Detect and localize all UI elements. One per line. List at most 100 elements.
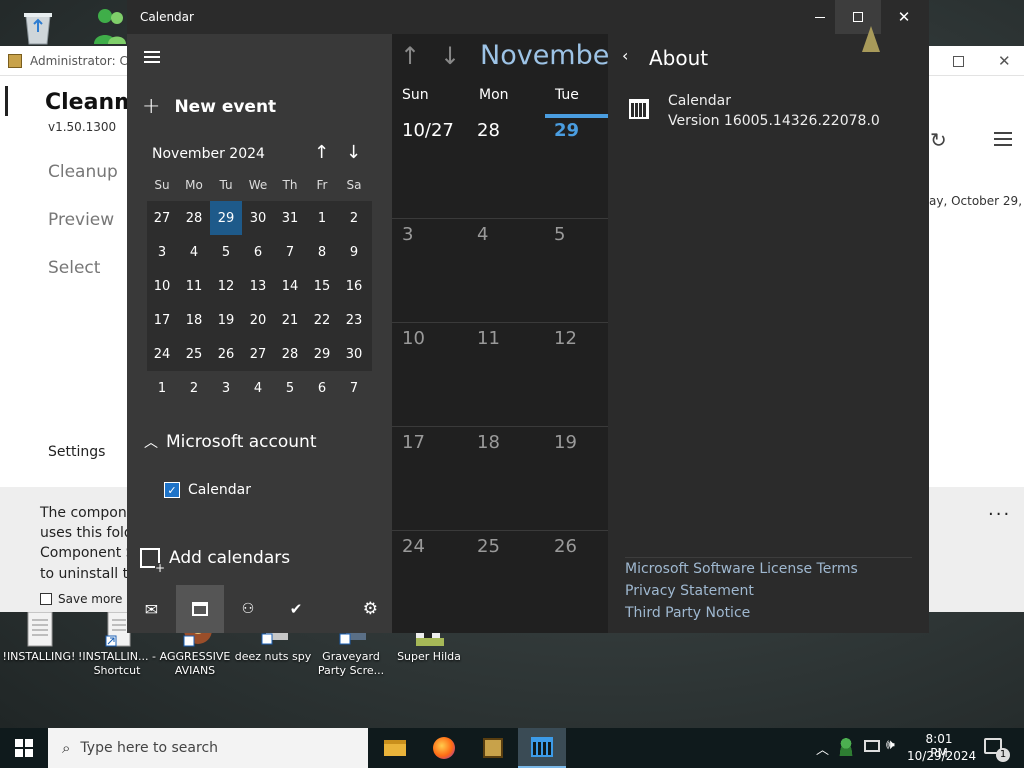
- cleanup-nav-preview[interactable]: Preview: [48, 210, 114, 230]
- mini-day-cell[interactable]: 16: [338, 269, 370, 303]
- new-event-button[interactable]: + New event: [142, 94, 276, 119]
- mini-day-cell[interactable]: 2: [178, 371, 210, 405]
- mini-day-cell[interactable]: 9: [338, 235, 370, 269]
- settings-button[interactable]: ⚙: [320, 585, 392, 633]
- back-button[interactable]: ‹: [622, 46, 628, 65]
- network-icon[interactable]: [864, 740, 880, 752]
- month-day-cell[interactable]: 3: [402, 224, 413, 245]
- mini-day-cell[interactable]: 23: [338, 303, 370, 337]
- user-tray-icon[interactable]: [838, 738, 854, 756]
- mini-day-cell[interactable]: 14: [274, 269, 306, 303]
- mini-day-cell[interactable]: 26: [210, 337, 242, 371]
- month-day-cell[interactable]: 10: [402, 328, 425, 349]
- next-month-button[interactable]: ↓: [440, 42, 460, 70]
- mini-day-cell[interactable]: 15: [306, 269, 338, 303]
- hamburger-menu-button[interactable]: [144, 51, 160, 63]
- taskbar-calendar[interactable]: [518, 728, 566, 768]
- mini-day-cell[interactable]: 29: [306, 337, 338, 371]
- month-day-cell[interactable]: 17: [402, 432, 425, 453]
- month-day-cell[interactable]: 28: [477, 120, 500, 141]
- checkbox-checked-icon[interactable]: ✓: [164, 482, 180, 498]
- mini-day-cell[interactable]: 27: [146, 201, 178, 235]
- taskbar-search-box[interactable]: ⌕ Type here to search: [48, 728, 368, 768]
- mini-day-cell[interactable]: 31: [274, 201, 306, 235]
- volume-icon[interactable]: 🕪: [886, 737, 895, 753]
- mini-day-cell[interactable]: 1: [306, 201, 338, 235]
- mini-day-cell[interactable]: 5: [210, 235, 242, 269]
- mail-button[interactable]: ✉: [127, 585, 176, 633]
- month-day-cell[interactable]: 26: [554, 536, 577, 557]
- month-day-cell[interactable]: 18: [477, 432, 500, 453]
- month-day-cell[interactable]: 24: [402, 536, 425, 557]
- microsoft-account-header[interactable]: ︿ Microsoft account: [144, 432, 317, 452]
- mini-day-cell[interactable]: 30: [242, 201, 274, 235]
- month-day-cell[interactable]: 25: [477, 536, 500, 557]
- third-party-notice-link[interactable]: Third Party Notice: [625, 605, 750, 621]
- month-title[interactable]: November: [480, 40, 620, 71]
- mini-day-cell[interactable]: 17: [146, 303, 178, 337]
- mini-day-cell[interactable]: 12: [210, 269, 242, 303]
- mini-day-cell[interactable]: 6: [306, 371, 338, 405]
- mini-day-cell[interactable]: 18: [178, 303, 210, 337]
- mini-day-cell[interactable]: 30: [338, 337, 370, 371]
- mini-day-cell[interactable]: 20: [242, 303, 274, 337]
- mini-day-cell[interactable]: 25: [178, 337, 210, 371]
- taskbar-file-explorer[interactable]: [371, 728, 419, 768]
- mini-day-cell[interactable]: 10: [146, 269, 178, 303]
- clock-date[interactable]: 10/29/2024: [907, 749, 976, 763]
- mini-month-label[interactable]: November 2024: [152, 146, 265, 162]
- mini-day-cell[interactable]: 27: [242, 337, 274, 371]
- taskbar-cleanup-app[interactable]: [469, 728, 517, 768]
- mini-day-cell[interactable]: 4: [178, 235, 210, 269]
- todo-button[interactable]: ✔: [272, 585, 320, 633]
- cleanup-maximize-icon[interactable]: [953, 56, 964, 67]
- mini-day-cell[interactable]: 28: [178, 201, 210, 235]
- month-day-cell[interactable]: 5: [554, 224, 565, 245]
- mini-day-cell[interactable]: 1: [146, 371, 178, 405]
- mini-day-cell[interactable]: 7: [274, 235, 306, 269]
- cleanup-settings[interactable]: Settings: [48, 444, 105, 460]
- people-button[interactable]: ⚇: [224, 585, 272, 633]
- mini-day-cell[interactable]: 28: [274, 337, 306, 371]
- mini-day-cell[interactable]: 19: [210, 303, 242, 337]
- mini-prev-month-button[interactable]: ↑: [314, 142, 329, 163]
- month-day-cell[interactable]: 4: [477, 224, 488, 245]
- taskbar-firefox[interactable]: [420, 728, 468, 768]
- month-day-cell[interactable]: 12: [554, 328, 577, 349]
- mini-day-cell-today[interactable]: 29: [210, 201, 242, 235]
- mini-next-month-button[interactable]: ↓: [346, 142, 361, 163]
- month-day-cell[interactable]: 11: [477, 328, 500, 349]
- more-options-button[interactable]: ...: [988, 499, 1011, 520]
- close-button[interactable]: ✕: [881, 0, 927, 34]
- mini-day-cell[interactable]: 24: [146, 337, 178, 371]
- month-day-cell[interactable]: 10/27: [402, 120, 454, 141]
- hamburger-menu-icon[interactable]: [994, 132, 1012, 146]
- mini-day-cell[interactable]: 6: [242, 235, 274, 269]
- privacy-statement-link[interactable]: Privacy Statement: [625, 583, 754, 599]
- users-desktop-icon[interactable]: [92, 6, 128, 46]
- refresh-icon[interactable]: ↻: [930, 128, 947, 152]
- calendar-visibility-item[interactable]: ✓ Calendar: [164, 482, 251, 498]
- license-terms-link[interactable]: Microsoft Software License Terms: [625, 561, 858, 577]
- mini-day-cell[interactable]: 2: [338, 201, 370, 235]
- mini-day-cell[interactable]: 21: [274, 303, 306, 337]
- mini-day-cell[interactable]: 22: [306, 303, 338, 337]
- cleanup-nav-select[interactable]: Select: [48, 258, 100, 278]
- month-day-cell[interactable]: 29: [554, 120, 579, 141]
- mini-day-cell[interactable]: 11: [178, 269, 210, 303]
- mini-day-cell[interactable]: 13: [242, 269, 274, 303]
- add-calendars-button[interactable]: + Add calendars: [140, 548, 290, 574]
- start-button[interactable]: [0, 728, 48, 768]
- mini-day-cell[interactable]: 5: [274, 371, 306, 405]
- cleanup-close-icon[interactable]: ✕: [998, 52, 1011, 70]
- month-day-cell[interactable]: 19: [554, 432, 577, 453]
- recycle-bin-icon[interactable]: [20, 8, 56, 46]
- show-hidden-icons-button[interactable]: ︿: [816, 739, 829, 758]
- mini-day-cell[interactable]: 3: [146, 235, 178, 269]
- desktop-icon-installing[interactable]: !INSTALLING!: [0, 612, 78, 664]
- mini-day-cell[interactable]: 8: [306, 235, 338, 269]
- mini-day-cell[interactable]: 7: [338, 371, 370, 405]
- cleanup-nav-cleanup[interactable]: Cleanup: [48, 162, 118, 182]
- mini-day-cell[interactable]: 4: [242, 371, 274, 405]
- calendar-button[interactable]: [176, 585, 224, 633]
